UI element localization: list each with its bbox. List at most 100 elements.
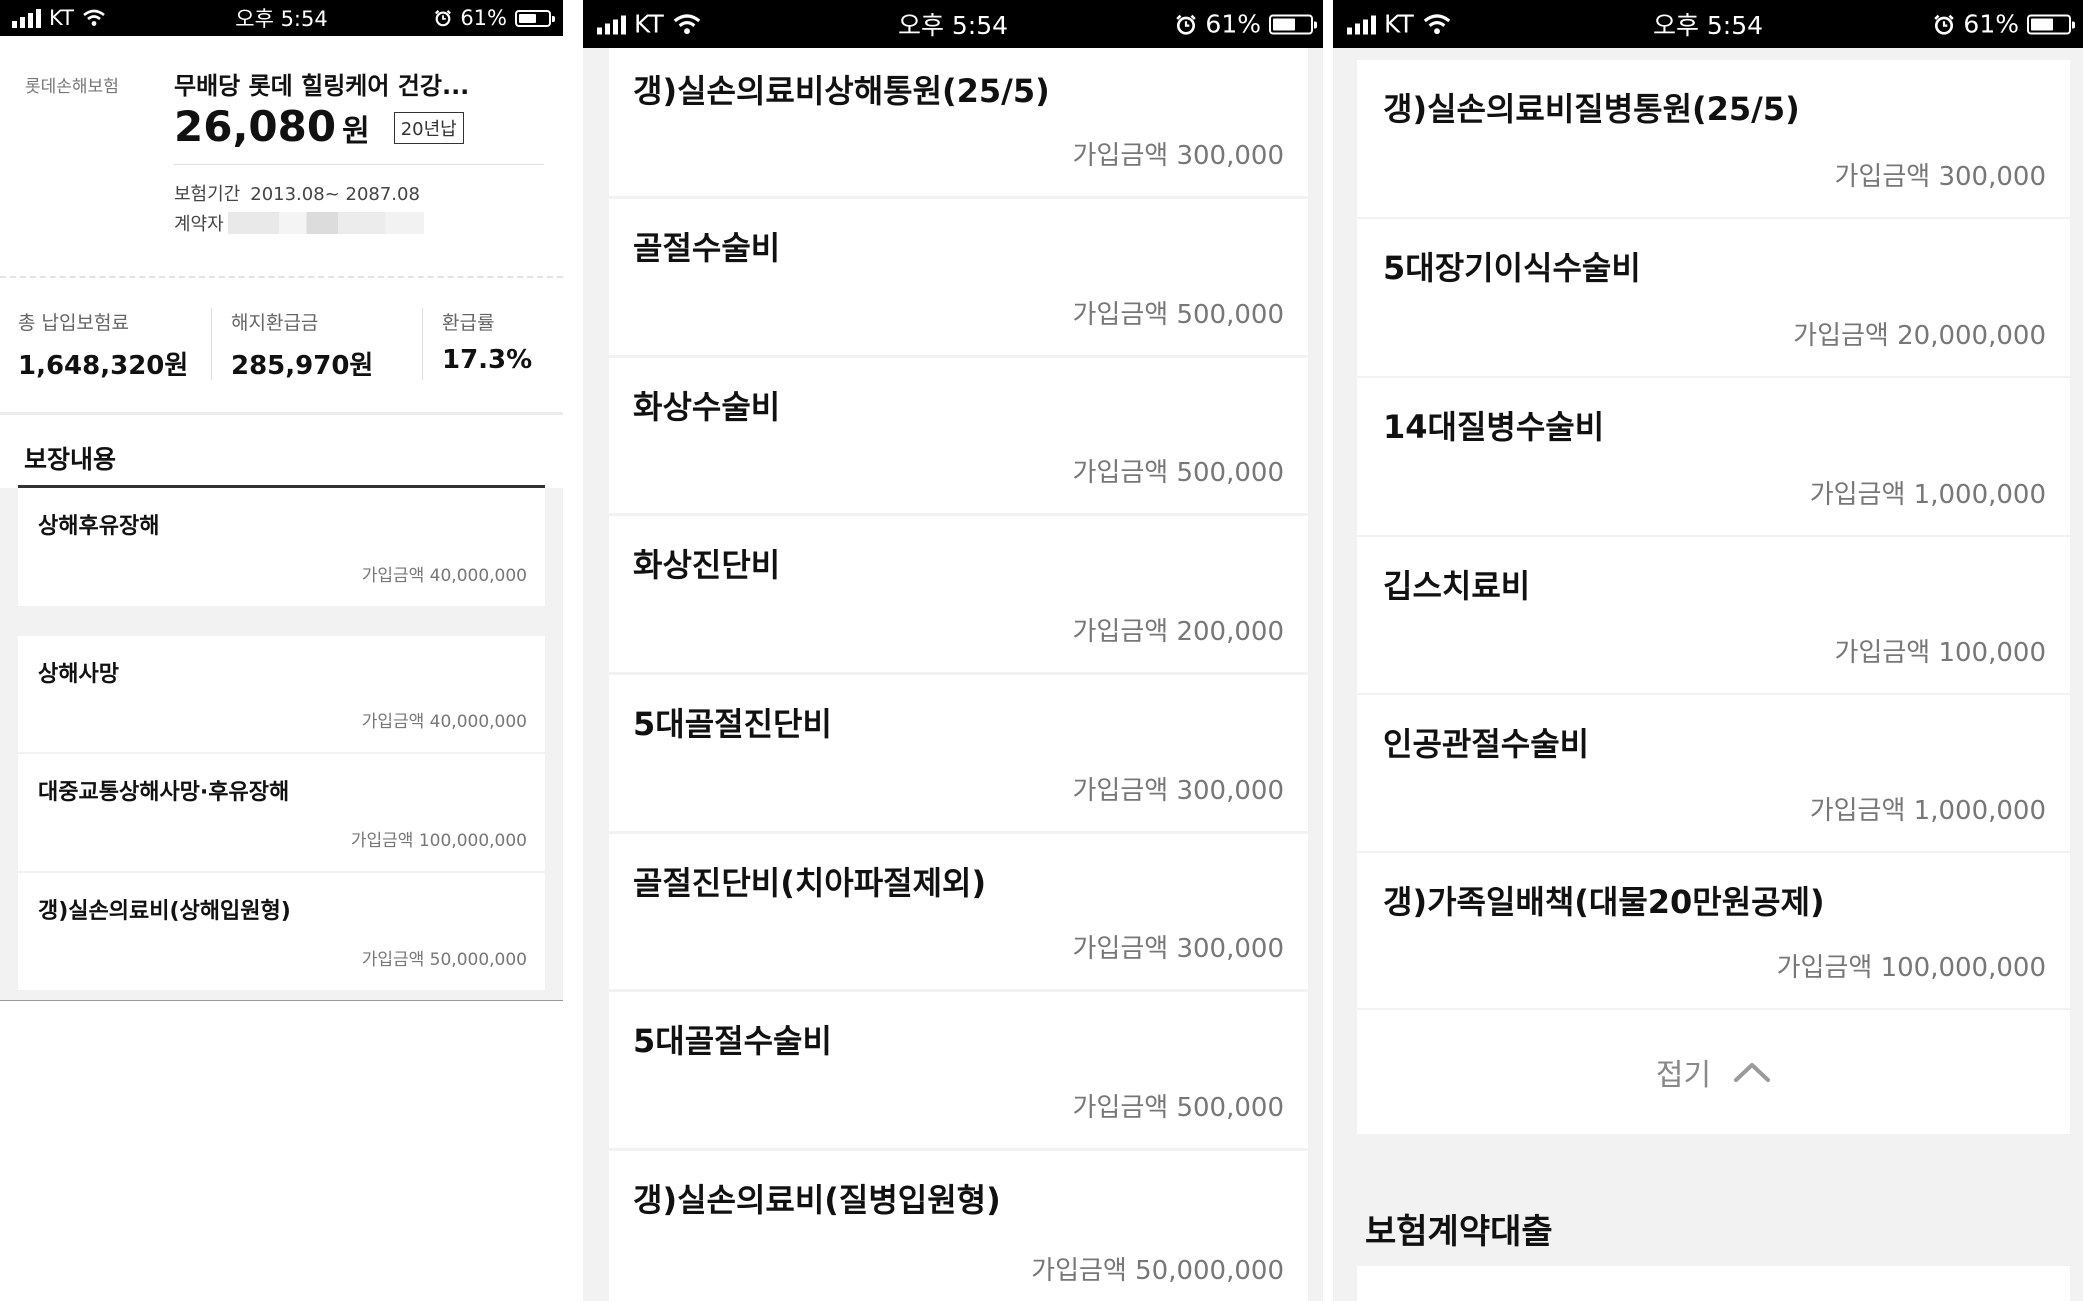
coverage-amount: 가입금액 20,000,000 [1793,321,2046,351]
coverage-item[interactable]: 갱)실손의료비질병통원(25/5) 가입금액 300,000 [1357,60,2070,217]
coverage-name: 상해후유장해 [38,514,160,539]
coverage-name: 5대장기이식수술비 [1383,249,1641,287]
coverage-section-title: 보장내용 [24,445,117,474]
battery-icon [515,9,555,27]
fold-label: 접기 [1655,1058,1712,1093]
coverage-item[interactable]: 인공관절수술비 가입금액 1,000,000 [1357,695,2070,851]
screenshot-gap [563,0,583,1301]
coverage-name: 화상수술비 [633,388,781,426]
battery-icon [1269,14,1317,34]
payment-term-badge: 20년납 [393,112,464,144]
loan-card[interactable] [1357,1266,2070,1301]
coverage-item[interactable]: 상해사망 가입금액 40,000,000 [18,636,545,752]
coverage-item[interactable]: 상해후유장해 가입금액 40,000,000 [18,488,545,606]
coverage-item[interactable]: 깁스치료비 가입금액 100,000 [1357,537,2070,693]
battery-percent: 61% [1205,9,1261,39]
coverage-name: 5대골절진단비 [633,705,832,743]
monthly-premium: 26,080 원 20년납 [174,102,464,151]
coverage-item[interactable]: 5대골절진단비 가입금액 300,000 [609,675,1308,831]
refund-rate-value: 17.3% [442,345,533,375]
payment-summary: 총 납입보험료 1,648,320원 해지환급금 285,970원 환급률 17… [0,278,563,415]
coverage-name: 갱)가족일배책(대물20만원공제) [1383,883,1825,921]
coverage-amount: 가입금액 1,000,000 [1809,480,2046,510]
coverage-item[interactable]: 갱)실손의료비(질병입원형) 가입금액 50,000,000 [609,1151,1308,1301]
coverage-list: 상해후유장해 가입금액 40,000,000 상해사망 가입금액 40,000,… [0,488,563,1001]
contractor-label: 계약자 [174,214,224,235]
status-bar: KT 오후 5:54 61% [1333,0,2083,48]
coverage-name: 화상진단비 [633,546,781,584]
coverage-name: 인공관절수술비 [1383,725,1590,763]
coverage-item[interactable]: 대중교통상해사망·후유장해 가입금액 100,000,000 [18,754,545,871]
status-bar: KT 오후 5:54 61% [583,0,1323,48]
policy-header: 롯데손해보험 무배당 롯데 힐링케어 건강... 26,080 원 20년납 보… [0,36,563,276]
coverage-amount: 가입금액 300,000 [1072,141,1284,171]
premium-amount: 26,080 [174,102,337,151]
coverage-name: 갱)실손의료비(질병입원형) [633,1181,1001,1219]
coverage-name: 갱)실손의료비상해통원(25/5) [633,72,1050,110]
chevron-up-icon [1734,1063,1771,1082]
coverage-amount: 가입금액 500,000 [1072,300,1284,330]
total-paid-value: 1,648,320원 [18,351,189,381]
coverage-item[interactable]: 골절진단비(치아파절제외) 가입금액 300,000 [609,834,1308,989]
coverage-item[interactable]: 갱)실손의료비상해통원(25/5) 가입금액 300,000 [609,48,1308,196]
coverage-amount: 가입금액 100,000,000 [350,831,527,851]
alarm-icon [435,10,452,27]
coverage-item[interactable]: 14대질병수술비 가입금액 1,000,000 [1357,378,2070,535]
period-value: 2013.08~ 2087.08 [250,184,420,205]
coverage-amount: 가입금액 40,000,000 [361,566,527,586]
coverage-item[interactable]: 갱)실손의료비(상해입원형) 가입금액 50,000,000 [18,873,545,990]
surrender-amount: 285,970원 [231,351,374,381]
surrender-label: 해지환급금 [231,312,319,334]
refund-rate-label: 환급률 [442,312,495,334]
coverage-amount: 가입금액 300,000 [1834,162,2046,192]
period-label: 보험기간 [174,184,241,205]
coverage-name: 상해사망 [38,662,119,687]
coverage-amount: 가입금액 1,000,000 [1809,796,2046,826]
divider [174,164,544,165]
total-paid: 총 납입보험료 1,648,320원 [18,308,188,382]
coverage-amount: 가입금액 500,000 [1072,1093,1284,1123]
coverage-name: 갱)실손의료비(상해입원형) [38,899,291,924]
premium-unit: 원 [342,114,370,149]
battery-percent: 61% [1963,9,2019,39]
alarm-icon [1176,14,1197,35]
coverage-amount: 가입금액 300,000 [1072,934,1284,964]
coverage-item[interactable]: 5대골절수술비 가입금액 500,000 [609,992,1308,1148]
coverage-amount: 가입금액 40,000,000 [361,712,527,732]
coverage-name: 5대골절수술비 [633,1022,832,1060]
coverage-name: 골절수술비 [633,229,781,267]
coverage-amount: 가입금액 500,000 [1072,458,1284,488]
loan-section-title: 보험계약대출 [1365,1212,1553,1252]
insurance-company: 롯데손해보험 [25,77,119,97]
coverage-name: 골절진단비(치아파절제외) [633,864,987,902]
insurance-period: 보험기간 2013.08~ 2087.08 [174,180,420,206]
screenshot-gap [1323,0,1333,1301]
screen-policy-summary: KT 오후 5:54 61% 롯데손해보험 무배당 롯데 힐링케어 건강... … [0,0,563,1301]
product-name[interactable]: 무배당 롯데 힐링케어 건강... [174,66,469,101]
fold-button[interactable]: 접기 [1357,1010,2070,1134]
battery-percent: 61% [460,6,507,30]
coverage-amount: 가입금액 100,000 [1834,638,2046,668]
alarm-icon [1934,14,1955,35]
divider [211,308,212,380]
coverage-name: 14대질병수술비 [1383,408,1605,446]
surrender-value: 해지환급금 285,970원 [231,308,373,382]
coverage-name: 깁스치료비 [1383,567,1531,605]
battery-icon [2027,14,2075,34]
screen-coverage-list-3: KT 오후 5:54 61% 갱)실손의료비질병통원(25/5) 가입금액 30… [1333,0,2083,1301]
coverage-item[interactable]: 화상수술비 가입금액 500,000 [609,358,1308,513]
coverage-item[interactable]: 갱)가족일배책(대물20만원공제) 가입금액 100,000,000 [1357,853,2070,1008]
divider [422,308,423,380]
coverage-name: 대중교통상해사망·후유장해 [38,780,290,805]
contractor-name-redacted [227,212,424,234]
total-paid-label: 총 납입보험료 [18,312,129,334]
coverage-amount: 가입금액 50,000,000 [1031,1256,1284,1286]
coverage-amount: 가입금액 50,000,000 [361,950,527,970]
coverage-item[interactable]: 골절수술비 가입금액 500,000 [609,199,1308,355]
coverage-amount: 가입금액 200,000 [1072,617,1284,647]
screen-coverage-list-2: KT 오후 5:54 61% 갱)실손의료비상해통원(25/5) 가입금액 30… [583,0,1323,1301]
status-bar: KT 오후 5:54 61% [0,0,563,36]
coverage-item[interactable]: 화상진단비 가입금액 200,000 [609,516,1308,672]
coverage-item[interactable]: 5대장기이식수술비 가입금액 20,000,000 [1357,219,2070,376]
coverage-amount: 가입금액 100,000,000 [1776,953,2046,983]
